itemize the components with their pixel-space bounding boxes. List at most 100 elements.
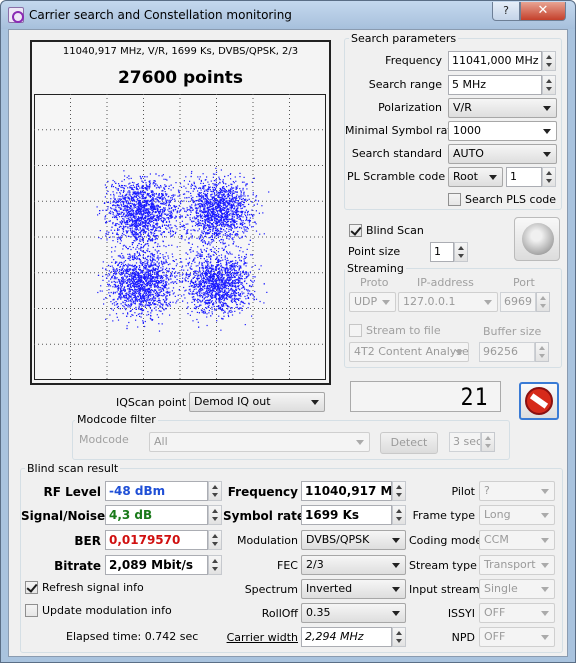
pl-code-input[interactable]: 1: [506, 167, 542, 187]
search-standard-select[interactable]: AUTO: [448, 144, 557, 164]
stream-type-value: Transport: [484, 558, 536, 571]
modcode-filter-title: Modcode filter: [75, 413, 158, 426]
blind-scan-checkbox[interactable]: [349, 224, 362, 237]
rf-level-label: RF Level: [43, 485, 101, 499]
ber-spinner[interactable]: [208, 530, 222, 550]
chevron-down-icon: [543, 106, 551, 111]
rolloff-select[interactable]: 0.35: [301, 603, 406, 623]
chevron-down-icon: [392, 563, 400, 568]
help-button[interactable]: ?: [492, 2, 520, 21]
search-range-input[interactable]: 5 MHz: [448, 75, 542, 95]
stop-button[interactable]: [519, 382, 559, 420]
port-header: Port: [513, 276, 535, 289]
ip-value: 127.0.0.1: [403, 295, 456, 308]
detect-button[interactable]: Detect: [380, 432, 438, 454]
rolloff-label: RollOff: [261, 607, 298, 620]
refresh-signal-checkbox[interactable]: [25, 581, 38, 594]
polarization-label: Polarization: [378, 101, 442, 114]
buffer-size-spinner[interactable]: [535, 342, 549, 362]
proto-value: UDP: [354, 295, 378, 308]
ip-select[interactable]: 127.0.0.1: [398, 292, 498, 312]
modcode-select[interactable]: All: [149, 432, 370, 452]
bitrate-spinner[interactable]: [208, 555, 222, 575]
chevron-down-icon: [543, 152, 551, 157]
min-symbol-rate-value: 1000: [453, 124, 481, 137]
rf-level-spinner[interactable]: [208, 481, 222, 501]
input-stream-select[interactable]: Single: [479, 579, 555, 599]
chevron-down-icon: [543, 129, 551, 134]
chevron-down-icon: [541, 489, 549, 494]
search-pls-label: Search PLS code: [465, 193, 557, 206]
spectrum-label: Spectrum: [244, 583, 298, 596]
bitrate-value: 2,089 Mbit/s: [105, 555, 208, 575]
symbol-rate-label: Symbol rate: [223, 509, 305, 523]
title-bar: Carrier search and Constellation monitor…: [1, 1, 575, 29]
chevron-down-icon: [541, 635, 549, 640]
pl-code-spinner[interactable]: [542, 167, 556, 187]
buffer-size-input[interactable]: 96256: [479, 342, 535, 362]
issyi-select[interactable]: OFF: [479, 603, 555, 623]
rf-level-value: -48 dBm: [105, 481, 208, 501]
stream-type-label: Stream type: [409, 559, 477, 572]
min-symbol-rate-select[interactable]: 1000: [448, 121, 557, 141]
signal-noise-value: 4,3 dB: [105, 505, 208, 525]
proto-select[interactable]: UDP: [349, 292, 396, 312]
carrier-width-spinner[interactable]: [392, 627, 406, 647]
frequency-input[interactable]: 11041,000 MHz: [448, 51, 542, 71]
capture-button[interactable]: [514, 217, 560, 261]
polarization-select[interactable]: V/R: [448, 98, 557, 118]
search-range-spinner[interactable]: [542, 75, 556, 95]
file-type-select[interactable]: 4T2 Content Analyse: [349, 342, 469, 362]
satellite-icon: [522, 223, 554, 255]
carrier-width-value: 2,294 MHz: [301, 627, 392, 647]
fec-value: 2/3: [306, 558, 324, 571]
npd-label: NPD: [451, 631, 475, 644]
pl-scramble-label: PL Scramble code: [347, 170, 446, 183]
scan-counter-value: 21: [460, 383, 489, 411]
port-input[interactable]: 6969: [500, 292, 536, 312]
frequency-spinner[interactable]: [542, 51, 556, 71]
coding-mode-select[interactable]: CCM: [479, 530, 555, 550]
modulation-select[interactable]: DVBS/QPSK: [301, 530, 406, 550]
point-size-spinner[interactable]: [454, 242, 468, 262]
client-area: 11040,917 MHz, V/R, 1699 Ks, DVBS/QPSK, …: [8, 29, 568, 657]
ber-label: BER: [74, 534, 101, 548]
search-standard-value: AUTO: [453, 147, 484, 160]
stream-to-file-checkbox[interactable]: [349, 324, 362, 337]
carrier-width-link[interactable]: Carrier width: [223, 631, 298, 644]
chevron-down-icon: [392, 538, 400, 543]
stream-type-select[interactable]: Transport: [479, 555, 555, 575]
port-spinner[interactable]: [536, 292, 550, 312]
pl-mode-select[interactable]: Root: [448, 167, 503, 187]
npd-select[interactable]: OFF: [479, 627, 555, 647]
points-count: 27600 points: [117, 68, 244, 88]
frame-type-select[interactable]: Long: [479, 505, 555, 525]
point-size-input[interactable]: 1: [430, 242, 454, 262]
pilot-value: ?: [484, 484, 490, 497]
fec-select[interactable]: 2/3: [301, 555, 406, 575]
polarization-value: V/R: [453, 101, 472, 114]
input-stream-value: Single: [484, 582, 518, 595]
symbol-rate-spinner[interactable]: [392, 505, 406, 525]
iq-scan-select[interactable]: Demod IQ out: [189, 392, 325, 412]
symbol-rate-value: 1699 Ks: [301, 505, 392, 525]
bitrate-label: Bitrate: [54, 559, 101, 573]
detect-time-input[interactable]: 3 sec: [449, 432, 481, 452]
result-frequency-spinner[interactable]: [392, 481, 406, 501]
close-button[interactable]: ✕: [520, 2, 566, 21]
chevron-down-icon: [541, 538, 549, 543]
update-modulation-label: Update modulation info: [42, 604, 172, 617]
buffer-size-header: Buffer size: [483, 325, 542, 338]
chevron-down-icon: [484, 300, 492, 305]
signal-noise-spinner[interactable]: [208, 505, 222, 525]
search-pls-checkbox[interactable]: [448, 193, 461, 206]
spectrum-select[interactable]: Inverted: [301, 579, 406, 599]
chevron-down-icon: [541, 611, 549, 616]
chevron-down-icon: [455, 350, 463, 355]
point-size-label: Point size: [348, 245, 401, 258]
update-modulation-checkbox[interactable]: [25, 604, 38, 617]
detect-time-spinner[interactable]: [481, 432, 495, 452]
frame-type-value: Long: [484, 508, 511, 521]
pilot-select[interactable]: ?: [479, 481, 555, 501]
stream-to-file-label: Stream to file: [366, 324, 441, 337]
